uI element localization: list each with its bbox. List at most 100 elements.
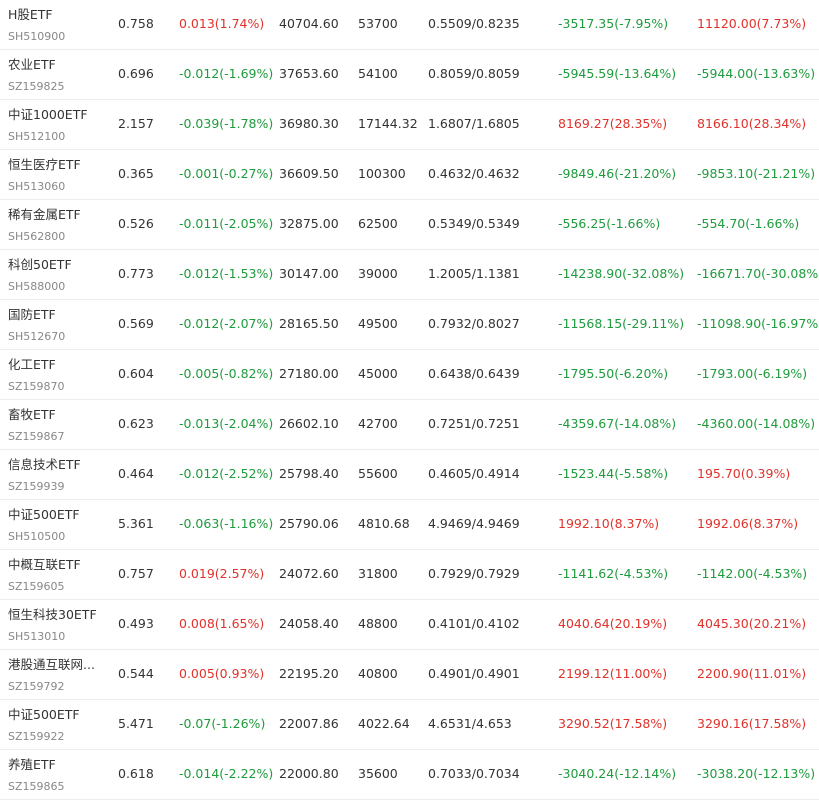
- price-change: -0.063(-1.16%): [179, 516, 274, 531]
- last-price: 0.493: [118, 616, 154, 631]
- table-row[interactable]: 中证500ETF SZ159922 5.471 -0.07(-1.26%) 22007.…: [0, 700, 819, 750]
- last-price: 0.757: [118, 566, 154, 581]
- position-pnl: -556.25(-1.66%): [558, 216, 661, 231]
- etf-code: SZ159605: [8, 580, 65, 593]
- price-change: -0.012(-1.53%): [179, 266, 274, 281]
- cost-price: 0.7033/0.7034: [428, 766, 520, 781]
- cost-price: 4.6531/4.653: [428, 716, 512, 731]
- total-pnl: -11098.90(-16.97%): [697, 316, 819, 331]
- etf-code: SH588000: [8, 280, 66, 293]
- position-pnl: -9849.46(-21.20%): [558, 166, 677, 181]
- last-price: 5.361: [118, 516, 154, 531]
- price-change: 0.005(0.93%): [179, 666, 265, 681]
- etf-name: 养殖ETF: [8, 757, 56, 772]
- cost-price: 0.5509/0.8235: [428, 16, 520, 31]
- total-pnl: -1793.00(-6.19%): [697, 366, 808, 381]
- total-pnl: 195.70(0.39%): [697, 466, 791, 481]
- holding-quantity: 17144.32: [358, 116, 418, 131]
- cost-price: 0.7929/0.7929: [428, 566, 520, 581]
- holding-quantity: 31800: [358, 566, 398, 581]
- market-value: 36980.30: [279, 116, 339, 131]
- table-row[interactable]: 养殖ETF SZ159865 0.618 -0.014(-2.22%) 22000.80…: [0, 750, 819, 800]
- last-price: 0.365: [118, 166, 154, 181]
- total-pnl: -1142.00(-4.53%): [697, 566, 808, 581]
- position-pnl: 3290.52(17.58%): [558, 716, 668, 731]
- holding-quantity: 40800: [358, 666, 398, 681]
- etf-name: 中概互联ETF: [8, 557, 81, 572]
- etf-code: SZ159922: [8, 730, 65, 743]
- market-value: 24058.40: [279, 616, 339, 631]
- holding-quantity: 100300: [358, 166, 406, 181]
- table-row[interactable]: 化工ETF SZ159870 0.604 -0.005(-0.82%) 27180.00…: [0, 350, 819, 400]
- table-row[interactable]: 港股通互联网... SZ159792 0.544 0.005(0.93%) 22195.…: [0, 650, 819, 700]
- table-row[interactable]: 信息技术ETF SZ159939 0.464 -0.012(-2.52%) 25798.…: [0, 450, 819, 500]
- last-price: 0.526: [118, 216, 154, 231]
- table-row[interactable]: 农业ETF SZ159825 0.696 -0.012(-1.69%) 37653.60…: [0, 50, 819, 100]
- position-pnl: -1141.62(-4.53%): [558, 566, 669, 581]
- last-price: 0.758: [118, 16, 154, 31]
- table-row[interactable]: 国防ETF SH512670 0.569 -0.012(-2.07%) 28165.50…: [0, 300, 819, 350]
- etf-name: 畜牧ETF: [8, 407, 56, 422]
- market-value: 25798.40: [279, 466, 339, 481]
- total-pnl: 8166.10(28.34%): [697, 116, 807, 131]
- price-change: -0.001(-0.27%): [179, 166, 274, 181]
- holding-quantity: 53700: [358, 16, 398, 31]
- position-pnl: 2199.12(11.00%): [558, 666, 668, 681]
- cost-price: 4.9469/4.9469: [428, 516, 520, 531]
- cost-price: 0.5349/0.5349: [428, 216, 520, 231]
- market-value: 22000.80: [279, 766, 339, 781]
- table-row[interactable]: 恒生科技30ETF SH513010 0.493 0.008(1.65%) 24058.…: [0, 600, 819, 650]
- cost-price: 0.4901/0.4901: [428, 666, 520, 681]
- etf-code: SZ159867: [8, 430, 65, 443]
- etf-code: SH512670: [8, 330, 66, 343]
- etf-name: 中证1000ETF: [8, 107, 88, 122]
- market-value: 30147.00: [279, 266, 339, 281]
- last-price: 0.544: [118, 666, 154, 681]
- last-price: 0.569: [118, 316, 154, 331]
- cost-price: 1.6807/1.6805: [428, 116, 520, 131]
- holding-quantity: 4022.64: [358, 716, 410, 731]
- position-pnl: -1795.50(-6.20%): [558, 366, 669, 381]
- cost-price: 0.4101/0.4102: [428, 616, 520, 631]
- price-change: -0.039(-1.78%): [179, 116, 274, 131]
- price-change: -0.013(-2.04%): [179, 416, 274, 431]
- total-pnl: -9853.10(-21.21%): [697, 166, 816, 181]
- etf-name: 化工ETF: [8, 357, 56, 372]
- cost-price: 0.4632/0.4632: [428, 166, 520, 181]
- price-change: -0.014(-2.22%): [179, 766, 274, 781]
- last-price: 0.623: [118, 416, 154, 431]
- price-change: -0.012(-1.69%): [179, 66, 274, 81]
- etf-name: 科创50ETF: [8, 257, 72, 272]
- etf-name: 信息技术ETF: [8, 457, 81, 472]
- table-row[interactable]: 畜牧ETF SZ159867 0.623 -0.013(-2.04%) 26602.10…: [0, 400, 819, 450]
- table-row[interactable]: 科创50ETF SH588000 0.773 -0.012(-1.53%) 30147.…: [0, 250, 819, 300]
- table-row[interactable]: 恒生医疗ETF SH513060 0.365 -0.001(-0.27%) 36609.…: [0, 150, 819, 200]
- market-value: 22195.20: [279, 666, 339, 681]
- market-value: 37653.60: [279, 66, 339, 81]
- table-row[interactable]: H股ETF SH510900 0.758 0.013(1.74%) 40704.60 53…: [0, 0, 819, 50]
- last-price: 0.464: [118, 466, 154, 481]
- price-change: -0.07(-1.26%): [179, 716, 266, 731]
- last-price: 0.696: [118, 66, 154, 81]
- table-row[interactable]: 中证500ETF SH510500 5.361 -0.063(-1.16%) 25790…: [0, 500, 819, 550]
- position-pnl: 1992.10(8.37%): [558, 516, 660, 531]
- etf-code: SH513010: [8, 630, 66, 643]
- etf-code: SZ159870: [8, 380, 65, 393]
- etf-name: 恒生科技30ETF: [8, 607, 97, 622]
- market-value: 36609.50: [279, 166, 339, 181]
- table-row[interactable]: 稀有金属ETF SH562800 0.526 -0.011(-2.05%) 32875.…: [0, 200, 819, 250]
- price-change: -0.012(-2.07%): [179, 316, 274, 331]
- last-price: 2.157: [118, 116, 154, 131]
- market-value: 22007.86: [279, 716, 339, 731]
- cost-price: 0.7251/0.7251: [428, 416, 520, 431]
- etf-code: SH562800: [8, 230, 66, 243]
- table-row[interactable]: 中证1000ETF SH512100 2.157 -0.039(-1.78%) 3698…: [0, 100, 819, 150]
- price-change: -0.005(-0.82%): [179, 366, 274, 381]
- price-change: 0.008(1.65%): [179, 616, 265, 631]
- total-pnl: -4360.00(-14.08%): [697, 416, 816, 431]
- position-pnl: -4359.67(-14.08%): [558, 416, 677, 431]
- table-row[interactable]: 中概互联ETF SZ159605 0.757 0.019(2.57%) 24072.60…: [0, 550, 819, 600]
- price-change: -0.011(-2.05%): [179, 216, 274, 231]
- last-price: 0.604: [118, 366, 154, 381]
- cost-price: 0.4605/0.4914: [428, 466, 520, 481]
